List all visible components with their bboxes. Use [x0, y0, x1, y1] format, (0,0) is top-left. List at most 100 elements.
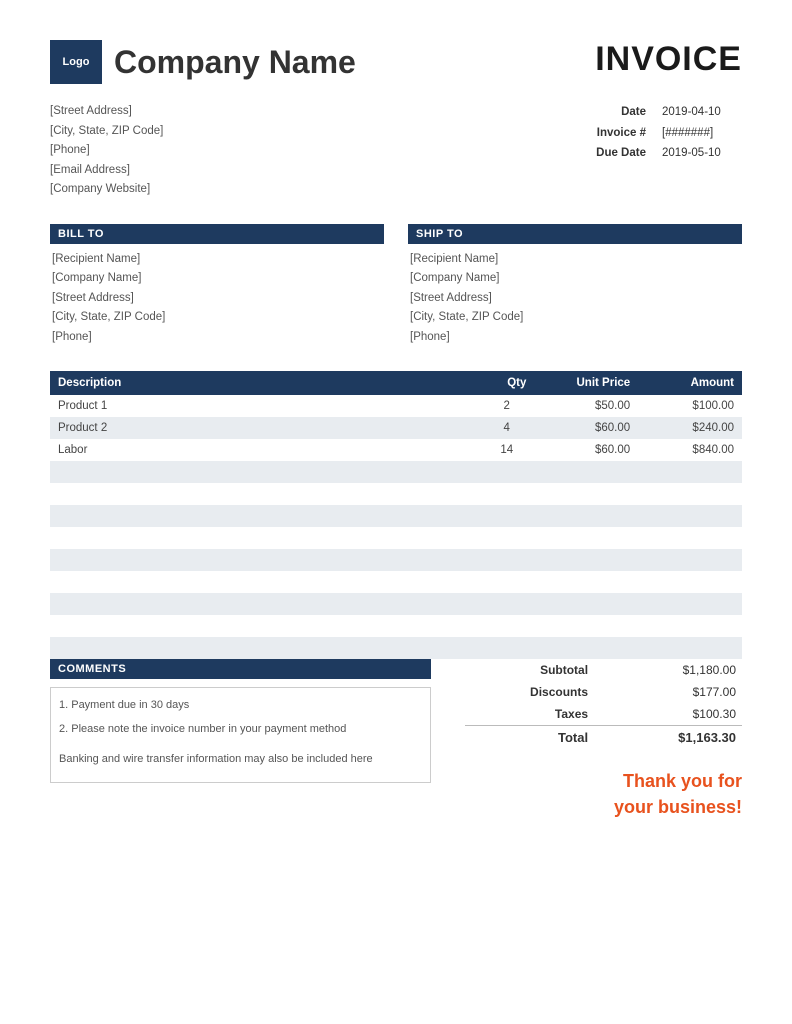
company-address: [Street Address][City, State, ZIP Code][…: [50, 102, 163, 200]
cell-unit_price: [534, 593, 638, 615]
due-date-label: Due Date: [596, 143, 646, 164]
cell-amount: $840.00: [638, 439, 742, 461]
discounts-value: $177.00: [600, 681, 742, 703]
cell-qty: 2: [479, 395, 534, 417]
cell-amount: [638, 527, 742, 549]
thank-you-line1: Thank you for: [465, 769, 742, 794]
cell-unit_price: [534, 637, 638, 659]
cell-description: Product 1: [50, 395, 479, 417]
total-label: Total: [465, 726, 600, 750]
cell-description: [50, 483, 479, 505]
ship-to-lines: [Recipient Name][Company Name][Street Ad…: [408, 250, 742, 348]
cell-description: [50, 505, 479, 527]
table-row: Labor14$60.00$840.00: [50, 439, 742, 461]
bill-to-line: [Street Address]: [50, 289, 384, 309]
cell-qty: 14: [479, 439, 534, 461]
cell-amount: [638, 549, 742, 571]
date-value: 2019-04-10: [662, 102, 742, 123]
cell-description: [50, 593, 479, 615]
subtotal-label: Subtotal: [465, 659, 600, 681]
ship-to-line: [Street Address]: [408, 289, 742, 309]
col-header-description: Description: [50, 371, 479, 395]
bill-to-line: [City, State, ZIP Code]: [50, 308, 384, 328]
company-address-line: [Phone]: [50, 141, 163, 161]
cell-qty: [479, 571, 534, 593]
thank-you-line2: your business!: [465, 795, 742, 820]
bill-to-block: BILL TO [Recipient Name][Company Name][S…: [50, 224, 384, 348]
cell-qty: [479, 527, 534, 549]
comments-lines: 1. Payment due in 30 days 2. Please note …: [59, 696, 422, 740]
cell-description: Labor: [50, 439, 479, 461]
comments-extra: Banking and wire transfer information ma…: [59, 750, 422, 770]
cell-description: [50, 571, 479, 593]
company-address-line: [Email Address]: [50, 161, 163, 181]
date-label: Date: [621, 102, 646, 123]
logo-box: Logo: [50, 40, 102, 84]
cell-qty: [479, 593, 534, 615]
ship-to-block: SHIP TO [Recipient Name][Company Name][S…: [408, 224, 742, 348]
cell-amount: $240.00: [638, 417, 742, 439]
cell-qty: [479, 505, 534, 527]
cell-unit_price: [534, 461, 638, 483]
ship-to-line: [Company Name]: [408, 269, 742, 289]
cell-unit_price: $50.00: [534, 395, 638, 417]
cell-amount: [638, 571, 742, 593]
col-header-unit-price: Unit Price: [534, 371, 638, 395]
company-info-section: [Street Address][City, State, ZIP Code][…: [50, 102, 742, 200]
ship-to-line: [Phone]: [408, 328, 742, 348]
cell-description: [50, 615, 479, 637]
cell-unit_price: [534, 483, 638, 505]
cell-amount: $100.00: [638, 395, 742, 417]
addresses-section: BILL TO [Recipient Name][Company Name][S…: [50, 224, 742, 348]
cell-description: [50, 637, 479, 659]
cell-qty: [479, 637, 534, 659]
discounts-label: Discounts: [465, 681, 600, 703]
comment-line: 1. Payment due in 30 days: [59, 696, 422, 716]
cell-amount: [638, 615, 742, 637]
col-header-qty: Qty: [479, 371, 534, 395]
bill-to-lines: [Recipient Name][Company Name][Street Ad…: [50, 250, 384, 348]
table-row: [50, 527, 742, 549]
cell-qty: [479, 549, 534, 571]
cell-unit_price: [534, 505, 638, 527]
cell-unit_price: $60.00: [534, 417, 638, 439]
thank-you: Thank you for your business!: [465, 769, 742, 819]
totals-block: Subtotal $1,180.00 Discounts $177.00 Tax…: [465, 659, 742, 819]
table-row: [50, 483, 742, 505]
table-row: [50, 549, 742, 571]
cell-qty: 4: [479, 417, 534, 439]
header: Logo Company Name INVOICE: [50, 40, 742, 84]
cell-amount: [638, 637, 742, 659]
cell-unit_price: [534, 549, 638, 571]
cell-description: [50, 527, 479, 549]
cell-unit_price: [534, 527, 638, 549]
subtotal-value: $1,180.00: [600, 659, 742, 681]
table-row: Product 24$60.00$240.00: [50, 417, 742, 439]
comments-block: COMMENTS 1. Payment due in 30 days 2. Ple…: [50, 659, 431, 782]
comment-line: 2. Please note the invoice number in you…: [59, 720, 422, 740]
bill-to-header: BILL TO: [50, 224, 384, 244]
cell-description: [50, 549, 479, 571]
table-row: Product 12$50.00$100.00: [50, 395, 742, 417]
ship-to-header: SHIP TO: [408, 224, 742, 244]
comments-body: 1. Payment due in 30 days 2. Please note …: [50, 687, 431, 782]
cell-amount: [638, 593, 742, 615]
taxes-value: $100.30: [600, 703, 742, 726]
cell-qty: [479, 483, 534, 505]
cell-qty: [479, 615, 534, 637]
bill-to-line: [Recipient Name]: [50, 250, 384, 270]
table-row: [50, 637, 742, 659]
company-name: Company Name: [114, 44, 356, 81]
header-left: Logo Company Name: [50, 40, 356, 84]
comments-header: COMMENTS: [50, 659, 431, 679]
total-value: $1,163.30: [600, 726, 742, 750]
due-date-value: 2019-05-10: [662, 143, 742, 164]
cell-unit_price: $60.00: [534, 439, 638, 461]
col-header-amount: Amount: [638, 371, 742, 395]
company-address-line: [Street Address]: [50, 102, 163, 122]
bottom-section: COMMENTS 1. Payment due in 30 days 2. Ple…: [50, 659, 742, 819]
cell-amount: [638, 461, 742, 483]
table-row: [50, 505, 742, 527]
company-address-line: [Company Website]: [50, 180, 163, 200]
cell-unit_price: [534, 571, 638, 593]
